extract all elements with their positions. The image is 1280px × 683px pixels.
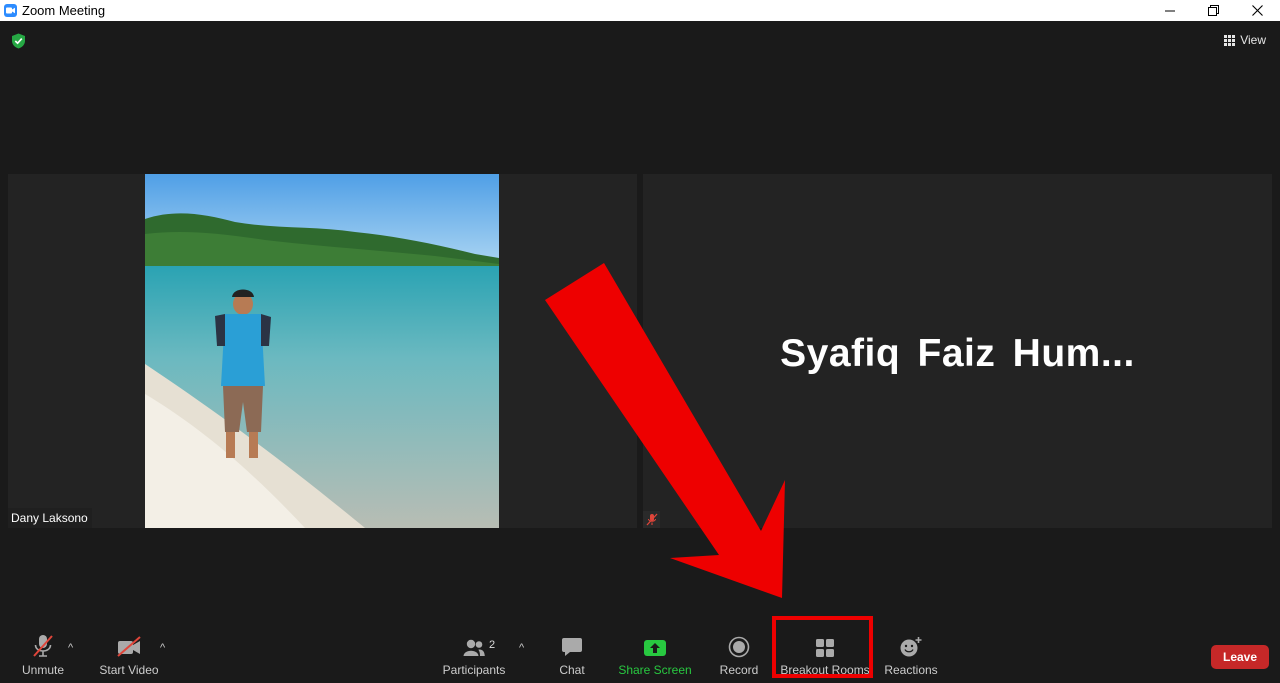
participants-options-caret-icon[interactable]: ^ bbox=[519, 642, 524, 654]
start-video-button[interactable]: Start Video bbox=[99, 628, 159, 683]
unmute-label: Unmute bbox=[21, 663, 65, 677]
participant-name: Dany Laksono bbox=[8, 508, 92, 528]
participants-button[interactable]: Participants bbox=[443, 628, 505, 683]
close-icon bbox=[1251, 5, 1263, 16]
share-screen-icon bbox=[643, 628, 667, 658]
restore-icon bbox=[1207, 5, 1219, 16]
minimize-icon bbox=[1165, 10, 1175, 11]
audio-options-caret-icon[interactable]: ^ bbox=[68, 642, 73, 654]
participant-video bbox=[145, 174, 499, 528]
window-title: Zoom Meeting bbox=[22, 3, 106, 18]
reactions-icon bbox=[899, 628, 923, 658]
participants-icon bbox=[462, 628, 486, 658]
grid-view-icon bbox=[1224, 34, 1236, 46]
title-bar: Zoom Meeting bbox=[0, 0, 1280, 21]
leave-button[interactable]: Leave bbox=[1211, 645, 1269, 669]
participant-tile-dany[interactable]: Dany Laksono bbox=[8, 174, 637, 528]
share-screen-button[interactable]: Share Screen bbox=[618, 628, 692, 683]
chat-icon bbox=[561, 628, 583, 658]
participant-display-name: Syafiq Faiz Hum... bbox=[780, 332, 1135, 375]
chat-label: Chat bbox=[559, 663, 585, 677]
view-button[interactable]: View bbox=[1224, 33, 1266, 47]
restore-button[interactable] bbox=[1191, 0, 1235, 21]
participants-count: 2 bbox=[489, 639, 496, 651]
chat-button[interactable]: Chat bbox=[556, 628, 588, 683]
participants-label: Participants bbox=[442, 663, 506, 677]
muted-mic-icon bbox=[32, 628, 54, 658]
start-video-label: Start Video bbox=[99, 663, 159, 677]
view-label: View bbox=[1240, 33, 1266, 47]
meeting-toolbar: Unmute ^ Start Video ^ Participants 2 ^ bbox=[0, 628, 1280, 683]
record-label: Record bbox=[719, 663, 759, 677]
participant-tile-syafiq[interactable]: Syafiq Faiz Hum... bbox=[643, 174, 1272, 528]
encryption-shield-icon[interactable] bbox=[11, 33, 26, 54]
record-button[interactable]: Record bbox=[718, 628, 760, 683]
muted-mic-icon bbox=[643, 511, 660, 528]
unmute-button[interactable]: Unmute bbox=[18, 628, 68, 683]
record-icon bbox=[728, 628, 750, 658]
reactions-button[interactable]: Reactions bbox=[883, 628, 939, 683]
share-screen-label: Share Screen bbox=[618, 663, 692, 677]
video-options-caret-icon[interactable]: ^ bbox=[160, 642, 165, 654]
zoom-app-icon bbox=[4, 4, 17, 17]
close-button[interactable] bbox=[1235, 0, 1279, 21]
annotation-highlight-box bbox=[772, 616, 873, 678]
reactions-label: Reactions bbox=[884, 663, 938, 677]
video-off-icon bbox=[116, 628, 142, 658]
minimize-button[interactable] bbox=[1148, 0, 1192, 21]
